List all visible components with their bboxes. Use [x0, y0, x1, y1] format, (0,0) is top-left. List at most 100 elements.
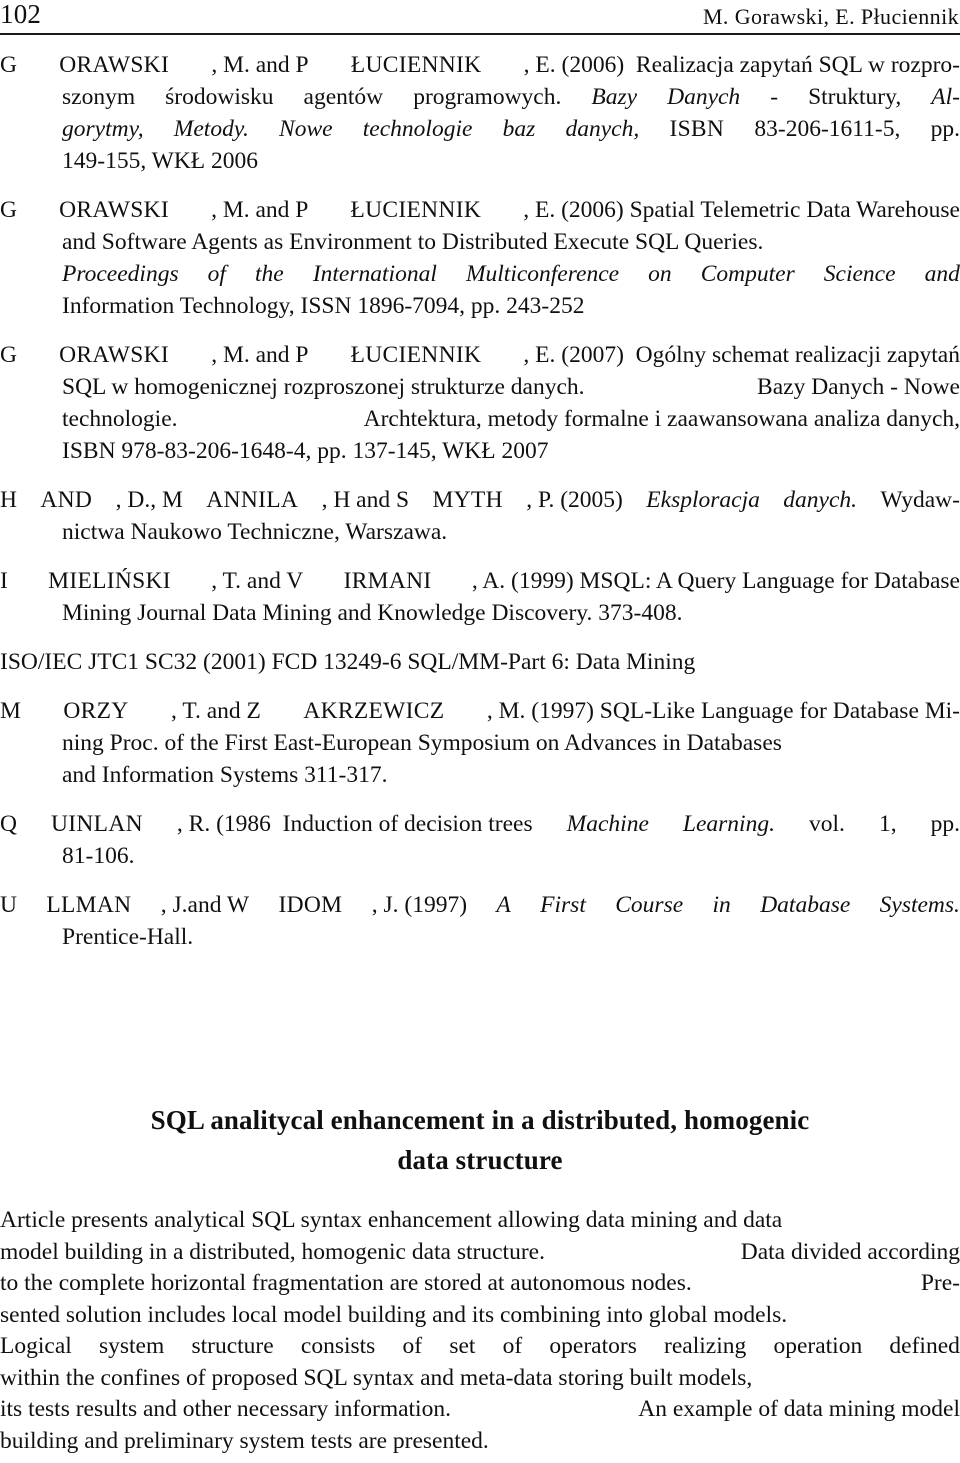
text-run: ning Proc. of the First East-European Sy…: [62, 730, 782, 756]
text-run: AND: [40, 487, 93, 513]
text-run: on: [648, 261, 672, 287]
text-run: , M. (1997) SQL-Like Language for Databa…: [486, 698, 960, 724]
text-run: Machine: [566, 811, 649, 837]
text-run: Nowe: [279, 116, 333, 142]
text-run: IDOM: [278, 892, 343, 918]
text-line: Prentice-Hall.: [0, 921, 960, 953]
text-run: building and preliminary system tests ar…: [0, 1427, 489, 1454]
header-rule: [0, 33, 960, 35]
text-run: to the complete horizontal fragmentation…: [0, 1270, 692, 1296]
text-run: and Software Agents as Environment to Di…: [62, 229, 764, 255]
text-run: G: [0, 197, 17, 223]
text-run: , M. and P: [211, 197, 309, 223]
text-run: I: [0, 568, 8, 594]
text-run: Science: [823, 261, 896, 287]
text-run: LLMAN: [46, 892, 132, 918]
text-run: Systems.: [879, 892, 960, 918]
text-run: in: [712, 892, 731, 918]
text-run: ORAWSKI: [59, 197, 169, 223]
text-run: and Information Systems 311-317.: [62, 762, 388, 788]
text-run: technologie: [362, 116, 473, 142]
reference-entry: I MIELIŃSKI , T. and V IRMANI , A. (1999) MS…: [0, 565, 960, 629]
text-run: baz: [502, 116, 536, 142]
text-run: 81-106.: [62, 843, 135, 869]
text-run: Article presents analytical SQL syntax e…: [0, 1207, 783, 1233]
text-run: AKRZEWICZ: [303, 698, 445, 724]
reference-entry: M ORZY , T. and Z AKRZEWICZ , M. (1997) SQL-…: [0, 695, 960, 791]
text-run: set: [449, 1333, 476, 1359]
text-run: ORAWSKI: [59, 52, 170, 78]
text-run: ISBN: [669, 116, 725, 142]
text-run: , E. (2007) Ogólny schemat realizacji za…: [523, 342, 960, 368]
text-run: within the confines of proposed SQL synt…: [0, 1364, 753, 1391]
text-run: ORZY: [63, 698, 129, 724]
text-run: Wydaw-: [880, 487, 960, 513]
text-run: ŁUCIENNIK: [350, 342, 482, 368]
text-line: ISBN 978-83-206-1648-4, pp. 137-145, WKŁ…: [0, 435, 960, 467]
text-run: , M. and P: [211, 342, 309, 368]
text-run: Computer: [700, 261, 795, 287]
text-run: G: [0, 52, 17, 78]
text-run: , R. (1986 Induction of decision trees: [176, 811, 533, 837]
text-run: Learning.: [682, 811, 775, 837]
text-run: U: [0, 892, 17, 918]
text-run: , J.and W: [160, 892, 250, 918]
text-line: model building in a distributed, homogen…: [0, 1237, 960, 1269]
text-run: Logical: [0, 1333, 72, 1359]
text-line: and Software Agents as Environment to Di…: [0, 226, 960, 258]
text-line: within the confines of proposed SQL synt…: [0, 1363, 960, 1395]
text-run: -: [770, 84, 779, 110]
text-line: Article presents analytical SQL syntax e…: [0, 1205, 960, 1237]
text-run: Mining Journal Data Mining and Knowledge…: [62, 600, 683, 626]
article-title-line: SQL analitycal enhancement in a distribu…: [150, 1105, 810, 1135]
text-run: programowych.: [413, 84, 562, 110]
text-line: I MIELIŃSKI , T. and V IRMANI , A. (1999) MS…: [0, 565, 960, 597]
text-line: Mining Journal Data Mining and Knowledge…: [0, 597, 960, 629]
text-run: Multiconference: [465, 261, 620, 287]
text-line: U LLMAN , J.and W IDOM , J. (1997) A First Cour…: [0, 889, 960, 921]
text-run: the: [255, 261, 284, 287]
text-run: International: [312, 261, 437, 287]
text-run: pp.: [930, 811, 960, 837]
text-run: First: [540, 892, 586, 918]
reference-entry: G ORAWSKI , M. and P ŁUCIENNIK , E. (2006) R…: [0, 49, 960, 177]
text-run: operators: [549, 1333, 637, 1359]
text-run: ORAWSKI: [59, 342, 170, 368]
text-run: G: [0, 342, 17, 368]
text-run: operation: [773, 1333, 863, 1359]
reference-entry: H AND , D., M ANNILA , H and S MYTH , P. (2005…: [0, 484, 960, 548]
text-run: A: [496, 892, 511, 918]
text-run: danych.: [783, 487, 858, 513]
text-line: Q UINLAN , R. (1986 Induction of decision …: [0, 808, 960, 840]
text-line: 149-155, WKŁ 2006: [0, 145, 960, 177]
text-run: ŁUCIENNIK: [350, 52, 482, 78]
text-run: An example of data mining model: [638, 1396, 960, 1422]
text-run: Bazy Danych - Nowe: [757, 374, 960, 400]
text-run: , T. and Z: [171, 698, 261, 724]
text-run: model building in a distributed, homogen…: [0, 1238, 545, 1265]
text-run: Prentice-Hall.: [62, 924, 194, 950]
text-run: Pre-: [920, 1270, 960, 1296]
text-run: defined: [889, 1333, 960, 1359]
text-run: Q: [0, 811, 17, 837]
text-run: realizing: [664, 1333, 747, 1359]
text-run: vol.: [809, 811, 845, 837]
text-run: Bazy: [591, 84, 638, 110]
text-run: H: [0, 487, 17, 513]
article-title-line: data structure: [397, 1145, 563, 1175]
text-run: 1,: [878, 811, 897, 837]
text-run: szonym: [62, 84, 136, 110]
text-run: Metody.: [173, 116, 249, 142]
text-run: , D., M: [115, 487, 183, 513]
text-run: 83-206-1611-5,: [754, 116, 901, 142]
text-line: building and preliminary system tests ar…: [0, 1426, 960, 1458]
text-line: Proceedings of the International Multiconfer…: [0, 258, 960, 290]
text-run: technologie.: [62, 406, 178, 432]
text-run: structure: [191, 1333, 274, 1359]
text-run: agentów: [303, 84, 384, 110]
text-run: , H and S: [321, 487, 410, 513]
text-run: , J. (1997): [371, 892, 468, 918]
document-page: 102 M. Gorawski, E. Płuciennik G ORAWSKI,…: [0, 0, 960, 1463]
text-run: ŁUCIENNIK: [350, 197, 482, 223]
text-line: SQL w homogenicznej rozproszonej struktu…: [0, 371, 960, 403]
